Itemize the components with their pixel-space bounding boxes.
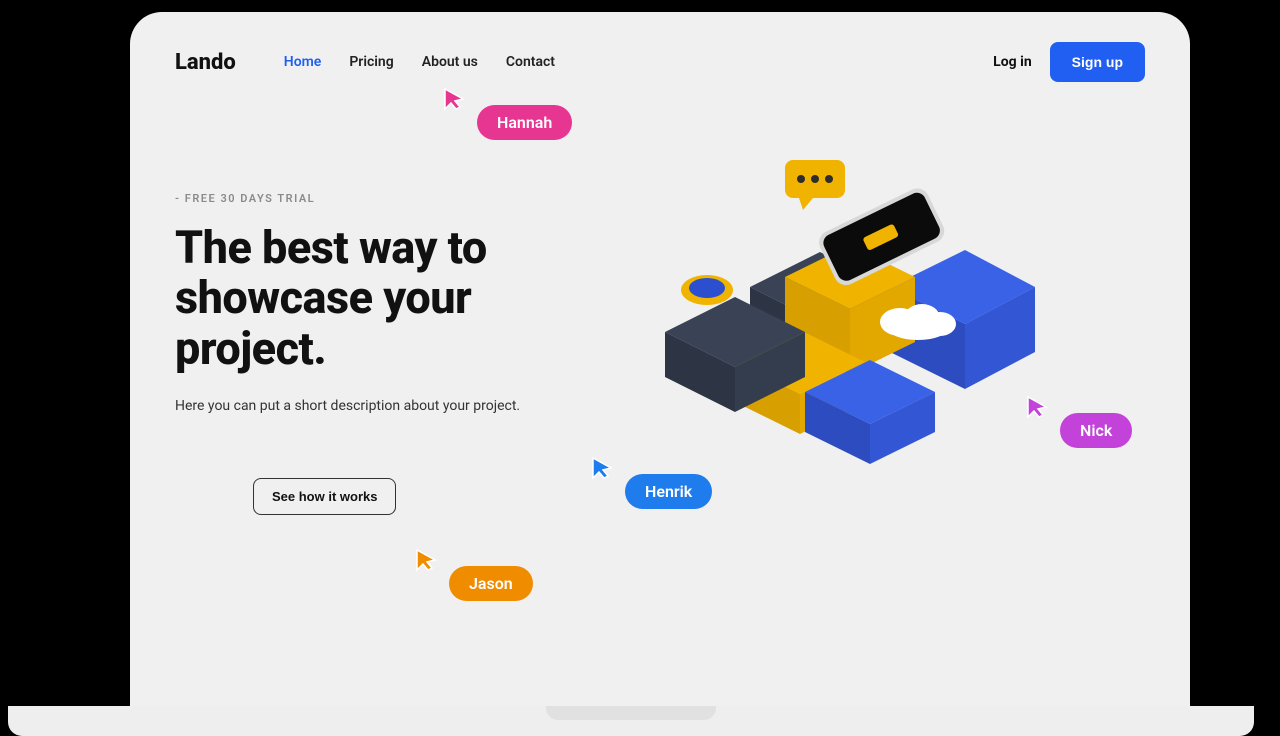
nav-contact[interactable]: Contact (506, 54, 555, 70)
nav-pricing[interactable]: Pricing (349, 54, 393, 70)
auth-actions: Log in Sign up (993, 42, 1145, 82)
hero-illustration-wrap (625, 192, 1145, 515)
hero-illustration (635, 152, 1035, 482)
laptop-frame: Lando Home Pricing About us Contact Log … (130, 12, 1190, 712)
signup-button[interactable]: Sign up (1050, 42, 1145, 82)
hero-headline: The best way to showcase your project. (175, 223, 595, 374)
laptop-notch (546, 706, 716, 720)
nav-about[interactable]: About us (422, 54, 478, 70)
hero-copy: - FREE 30 DAYS TRIAL The best way to sho… (175, 192, 595, 515)
hero-subcopy: Here you can put a short description abo… (175, 398, 595, 414)
hero-section: - FREE 30 DAYS TRIAL The best way to sho… (130, 82, 1190, 515)
brand-logo: Lando (175, 50, 236, 75)
primary-nav: Home Pricing About us Contact (284, 54, 993, 70)
hero-eyebrow: - FREE 30 DAYS TRIAL (175, 192, 595, 205)
site-header: Lando Home Pricing About us Contact Log … (130, 12, 1190, 82)
nav-home[interactable]: Home (284, 54, 322, 70)
login-link[interactable]: Log in (993, 54, 1032, 70)
laptop-base (8, 706, 1254, 736)
see-how-it-works-button[interactable]: See how it works (253, 478, 396, 515)
